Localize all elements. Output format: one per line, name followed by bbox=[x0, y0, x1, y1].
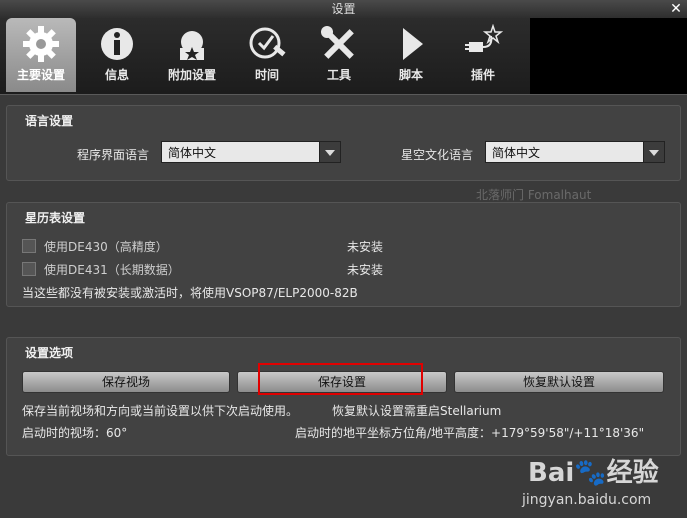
tab-label: 插件 bbox=[470, 68, 495, 82]
tab-plugins[interactable]: 插件 bbox=[448, 18, 518, 92]
ui-language-select[interactable]: 简体中文 bbox=[161, 141, 341, 163]
close-icon[interactable]: ✕ bbox=[669, 0, 683, 18]
ui-language-label: 程序界面语言 bbox=[77, 148, 150, 162]
de430-status: 未安装 bbox=[347, 240, 384, 254]
info-icon bbox=[101, 28, 133, 60]
tab-info[interactable]: 信息 bbox=[82, 18, 152, 92]
play-icon bbox=[403, 28, 423, 60]
baidu-watermark-logo: Bai🐾经验 bbox=[528, 458, 659, 488]
de430-label: 使用DE430（高精度） bbox=[44, 240, 168, 254]
section-title: 设置选项 bbox=[25, 346, 74, 360]
tab-scripts[interactable]: 脚本 bbox=[376, 18, 446, 92]
de430-checkbox[interactable] bbox=[22, 239, 36, 253]
chevron-down-icon bbox=[643, 142, 664, 162]
window-title: 设置 bbox=[331, 2, 356, 16]
sky-view-preview bbox=[530, 18, 687, 94]
section-title: 星历表设置 bbox=[25, 211, 86, 225]
tab-time[interactable]: 时间 bbox=[232, 18, 302, 92]
tab-label: 附加设置 bbox=[167, 68, 216, 82]
highlight-box bbox=[258, 363, 423, 395]
tab-label: 脚本 bbox=[398, 68, 423, 82]
tab-tools[interactable]: 工具 bbox=[304, 18, 374, 92]
startup-fov: 启动时的视场：60° bbox=[22, 426, 128, 440]
extras-icon bbox=[180, 31, 204, 60]
de431-checkbox[interactable] bbox=[22, 262, 36, 276]
tab-main-settings[interactable]: 主要设置 bbox=[6, 18, 76, 92]
select-value: 简体中文 bbox=[492, 146, 541, 160]
save-description: 保存当前视场和方向或当前设置以供下次启动使用。 bbox=[22, 404, 299, 418]
window-title-bar: 设置 ✕ bbox=[0, 0, 687, 18]
tab-extras[interactable]: 附加设置 bbox=[157, 18, 227, 92]
ephemeris-note: 当这些都没有被安装或激活时，将使用VSOP87/ELP2000-82B bbox=[22, 286, 358, 300]
restore-description: 恢复默认设置需重启Stellarium bbox=[332, 404, 502, 418]
star-label-overlay: 北落师门 Fomalhaut bbox=[476, 188, 592, 202]
restore-defaults-button[interactable]: 恢复默认设置 bbox=[454, 371, 664, 393]
tab-label: 时间 bbox=[254, 68, 279, 82]
startup-coordinates: 启动时的地平坐标方位角/地平高度：+179°59'58"/+11°18'36" bbox=[295, 426, 645, 440]
baidu-watermark-url: jingyan.baidu.com bbox=[522, 492, 652, 508]
section-title: 语言设置 bbox=[25, 114, 74, 128]
select-value: 简体中文 bbox=[168, 146, 217, 160]
sky-culture-select[interactable]: 简体中文 bbox=[485, 141, 665, 163]
de431-status: 未安装 bbox=[347, 263, 384, 277]
sky-culture-label: 星空文化语言 bbox=[401, 148, 474, 162]
clock-icon bbox=[249, 27, 286, 59]
plugin-icon bbox=[465, 24, 503, 52]
chevron-down-icon bbox=[319, 142, 340, 162]
tab-label: 信息 bbox=[104, 68, 129, 82]
tools-icon bbox=[321, 26, 354, 59]
de431-label: 使用DE431（长期数据） bbox=[44, 263, 180, 277]
tab-label: 工具 bbox=[326, 68, 351, 82]
language-panel: 语言设置 程序界面语言 简体中文 星空文化语言 简体中文 bbox=[6, 105, 681, 181]
ephemeris-panel: 星历表设置 使用DE430（高精度） 未安装 使用DE431（长期数据） 未安装… bbox=[6, 202, 681, 307]
gear-icon bbox=[23, 26, 59, 62]
options-panel: 设置选项 保存视场 保存设置 恢复默认设置 保存当前视场和方向或当前设置以供下次… bbox=[6, 337, 681, 456]
tab-label: 主要设置 bbox=[16, 68, 65, 82]
save-view-button[interactable]: 保存视场 bbox=[22, 371, 230, 393]
